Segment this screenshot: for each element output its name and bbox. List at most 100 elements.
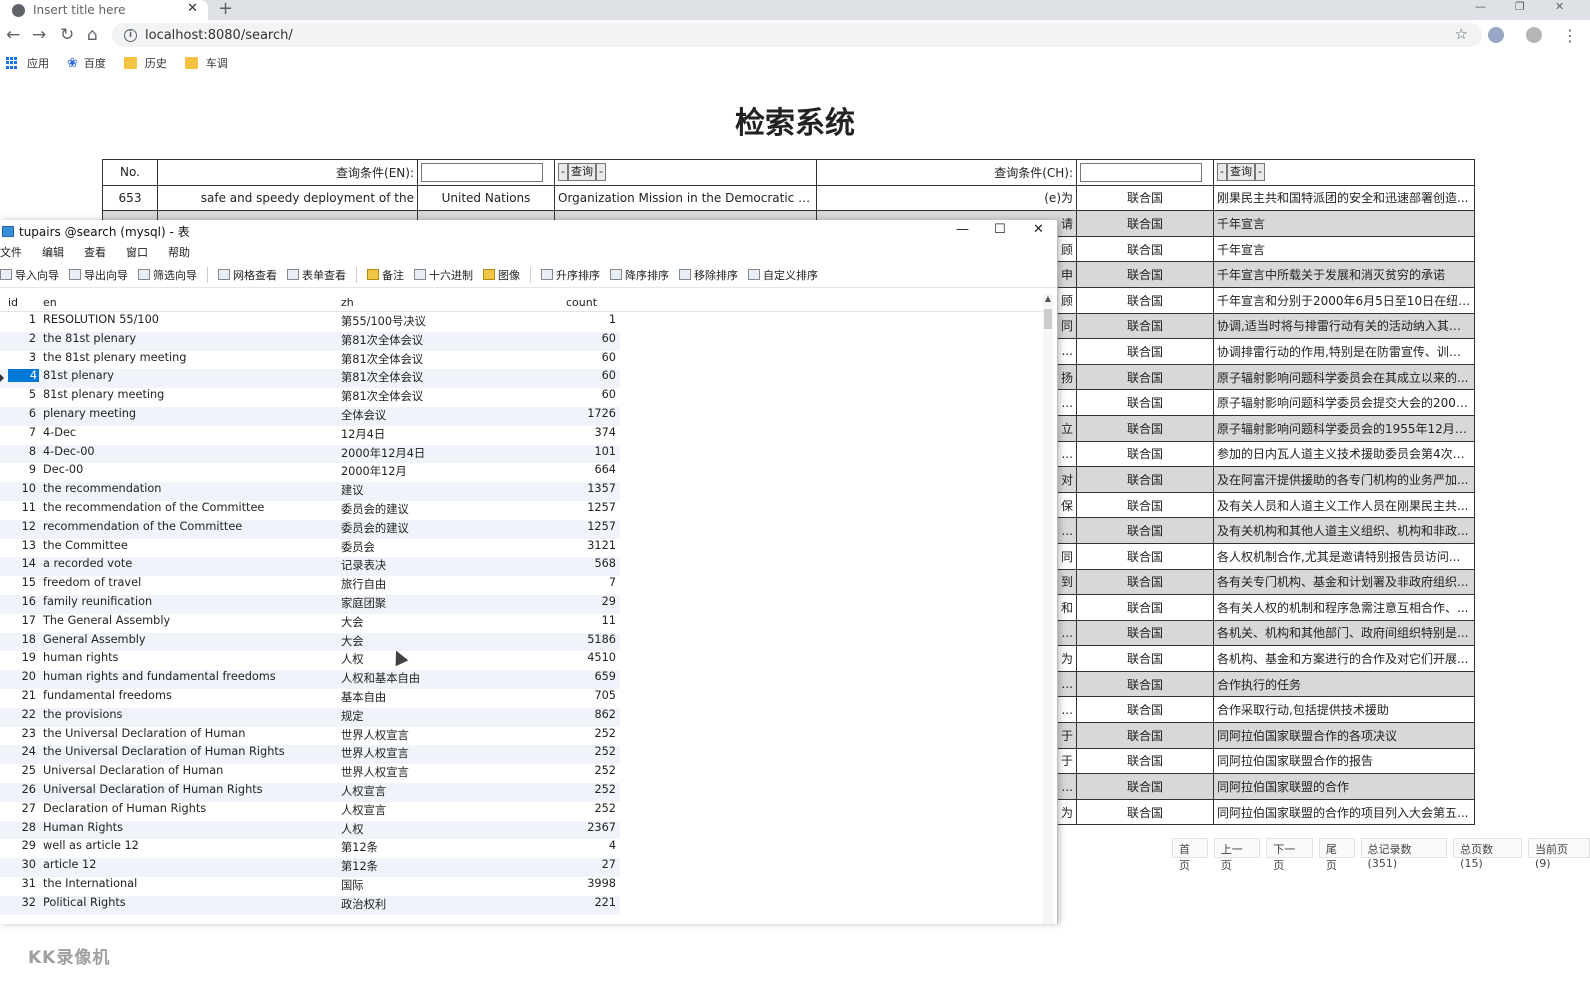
bookmark-baidu[interactable]: ❀ 百度 bbox=[67, 55, 106, 71]
table-row[interactable]: 26 Universal Declaration of Human Rights 人… bbox=[0, 782, 620, 802]
cell-en[interactable]: the recommendation of the Committee bbox=[43, 501, 264, 514]
table-row[interactable]: 20 human rights and fundamental freedoms 人… bbox=[0, 670, 620, 689]
cell-count[interactable]: 5186 bbox=[560, 633, 616, 646]
cell-count[interactable]: 1726 bbox=[560, 407, 616, 420]
cell-count[interactable]: 60 bbox=[560, 369, 616, 382]
cell-id[interactable]: 30 bbox=[0, 858, 38, 871]
toolbar-button[interactable]: 降序排序 bbox=[610, 267, 669, 283]
star-icon[interactable]: ☆ bbox=[1455, 25, 1468, 43]
cell-id[interactable]: 23 bbox=[0, 727, 38, 740]
cell-zh[interactable]: 旅行自由 bbox=[341, 576, 386, 592]
table-row[interactable]: 22 the provisions 规定 862 bbox=[0, 707, 620, 727]
toolbar-button[interactable]: 十六进制 bbox=[414, 267, 473, 283]
cell-zh[interactable]: 人权 bbox=[341, 821, 364, 837]
cell-en[interactable]: General Assembly bbox=[43, 633, 146, 646]
new-tab-button[interactable]: + bbox=[218, 0, 233, 19]
profile-avatar-icon[interactable] bbox=[1526, 27, 1542, 43]
column-header-zh[interactable]: zh bbox=[341, 296, 354, 309]
browser-tab[interactable]: Insert title here ✕ bbox=[0, 0, 208, 20]
cell-id[interactable]: 13 bbox=[0, 539, 38, 552]
cell-zh[interactable]: 世界人权宣言 bbox=[341, 727, 409, 743]
cell-zh[interactable]: 国际 bbox=[341, 877, 364, 893]
cell-en[interactable]: 81st plenary bbox=[43, 369, 114, 382]
table-row[interactable]: 15 freedom of travel 旅行自由 7 bbox=[0, 576, 620, 595]
cell-zh[interactable]: 2000年12月4日 bbox=[341, 445, 425, 461]
cell-en[interactable]: well as article 12 bbox=[43, 839, 139, 852]
table-row[interactable]: 31 the International 国际 3998 bbox=[0, 877, 620, 896]
cell-zh[interactable]: 2000年12月 bbox=[341, 463, 407, 479]
cell-count[interactable]: 705 bbox=[560, 689, 616, 702]
cell-en[interactable]: 4-Dec bbox=[43, 426, 76, 439]
cell-en[interactable]: freedom of travel bbox=[43, 576, 141, 589]
en-next-button[interactable]: - bbox=[595, 163, 606, 182]
toolbar-button[interactable]: 图像 bbox=[483, 267, 520, 283]
cell-count[interactable]: 1257 bbox=[560, 520, 616, 533]
minimize-icon[interactable]: — bbox=[956, 222, 969, 237]
table-row[interactable]: 28 Human Rights 人权 2367 bbox=[0, 820, 620, 840]
grid-scrollbar[interactable]: ▲ bbox=[1043, 294, 1053, 924]
toolbar-button[interactable]: 网格查看 bbox=[218, 267, 277, 283]
cell-en[interactable]: the 81st plenary bbox=[43, 332, 136, 345]
cell-en[interactable]: Universal Declaration of Human Rights bbox=[43, 783, 263, 796]
info-icon[interactable]: i bbox=[124, 28, 137, 42]
bookmark-history[interactable]: 历史 bbox=[123, 55, 167, 71]
table-row[interactable]: 30 article 12 第12条 27 bbox=[0, 858, 620, 877]
table-row[interactable]: 12 recommendation of the Committee 委员会的建议 1… bbox=[0, 519, 620, 539]
cell-count[interactable]: 568 bbox=[560, 557, 616, 570]
en-prev-button[interactable]: - bbox=[558, 163, 568, 182]
db-menu-item[interactable]: 帮助 bbox=[168, 244, 202, 260]
cell-count[interactable]: 3121 bbox=[560, 539, 616, 552]
toolbar-button[interactable]: 升序排序 bbox=[541, 267, 600, 283]
cell-count[interactable]: 4 bbox=[560, 839, 616, 852]
cell-zh[interactable]: 规定 bbox=[341, 708, 364, 724]
cell-id[interactable]: 31 bbox=[0, 877, 38, 890]
cell-count[interactable]: 252 bbox=[560, 764, 616, 777]
cell-en[interactable]: human rights bbox=[43, 651, 118, 664]
table-row[interactable]: 4 81st plenary 第81次全体会议 60 bbox=[0, 369, 620, 389]
maximize-icon[interactable]: ☐ bbox=[994, 222, 1006, 237]
cell-id[interactable]: 25 bbox=[0, 764, 38, 777]
bookmark-cardispatch[interactable]: 车调 bbox=[184, 55, 228, 71]
cell-count[interactable]: 11 bbox=[560, 614, 616, 627]
cell-en[interactable]: The General Assembly bbox=[43, 614, 170, 627]
cell-zh[interactable]: 委员会的建议 bbox=[341, 501, 409, 517]
cell-count[interactable]: 27 bbox=[560, 858, 616, 871]
cell-en[interactable]: Universal Declaration of Human bbox=[43, 764, 223, 777]
cell-en[interactable]: recommendation of the Committee bbox=[43, 520, 242, 533]
cell-en[interactable]: the International bbox=[43, 877, 137, 890]
cell-zh[interactable]: 人权宣言 bbox=[341, 802, 386, 818]
pager-item[interactable]: 下一页 bbox=[1266, 838, 1313, 872]
browser-menu-icon[interactable]: ⋮ bbox=[1562, 26, 1578, 45]
table-row[interactable]: 10 the recommendation 建议 1357 bbox=[0, 482, 620, 501]
cell-count[interactable]: 659 bbox=[560, 670, 616, 683]
cell-zh[interactable]: 基本自由 bbox=[341, 689, 386, 705]
table-row[interactable]: 9 Dec-00 2000年12月 664 bbox=[0, 463, 620, 482]
cell-id[interactable]: 17 bbox=[0, 614, 38, 627]
en-query-input[interactable] bbox=[421, 162, 543, 182]
table-row[interactable]: 18 General Assembly 大会 5186 bbox=[0, 632, 620, 652]
column-header-en[interactable]: en bbox=[43, 296, 57, 309]
address-bar[interactable]: i localhost:8080/search/ ☆ bbox=[112, 23, 1482, 47]
toolbar-button[interactable]: 表单查看 bbox=[287, 267, 346, 283]
cell-count[interactable]: 29 bbox=[560, 595, 616, 608]
cell-id[interactable]: 8 bbox=[0, 445, 38, 458]
ch-query-input[interactable] bbox=[1080, 162, 1202, 182]
table-row[interactable]: 1 RESOLUTION 55/100 第55/100号决议 1 bbox=[0, 313, 620, 332]
cell-zh[interactable]: 第12条 bbox=[341, 858, 378, 874]
back-icon[interactable]: ← bbox=[6, 25, 20, 45]
cell-zh[interactable]: 第81次全体会议 bbox=[341, 351, 423, 367]
en-query-button[interactable]: 查询 bbox=[567, 163, 596, 182]
cell-en[interactable]: Dec-00 bbox=[43, 463, 83, 476]
cell-en[interactable]: RESOLUTION 55/100 bbox=[43, 313, 159, 326]
table-row[interactable]: 13 the Committee 委员会 3121 bbox=[0, 539, 620, 558]
minimize-icon[interactable]: — bbox=[1475, 0, 1486, 13]
table-row[interactable]: 5 81st plenary meeting 第81次全体会议 60 bbox=[0, 388, 620, 407]
cell-zh[interactable]: 委员会的建议 bbox=[341, 520, 409, 536]
cell-zh[interactable]: 委员会 bbox=[341, 539, 375, 555]
cell-en[interactable]: the Committee bbox=[43, 539, 128, 552]
cell-count[interactable]: 252 bbox=[560, 745, 616, 758]
db-menu-item[interactable]: 文件 bbox=[0, 244, 34, 260]
forward-icon[interactable]: → bbox=[32, 25, 46, 45]
cell-zh[interactable]: 建议 bbox=[341, 482, 364, 498]
cell-en[interactable]: plenary meeting bbox=[43, 407, 136, 420]
